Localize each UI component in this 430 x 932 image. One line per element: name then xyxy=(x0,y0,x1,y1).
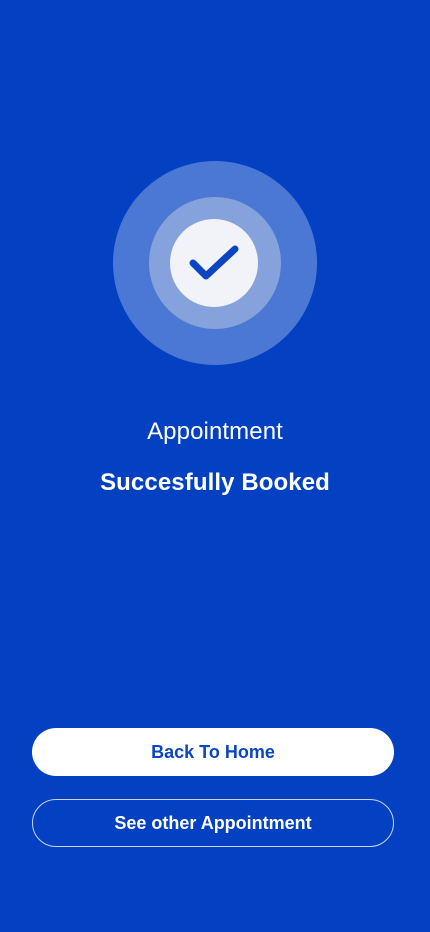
success-inner-circle xyxy=(170,219,258,307)
confirmation-title: Appointment xyxy=(147,418,283,445)
check-icon xyxy=(189,245,239,280)
back-to-home-button[interactable]: Back To Home xyxy=(32,728,394,776)
see-other-appointment-button[interactable]: See other Appointment xyxy=(32,799,394,847)
success-icon-container xyxy=(113,161,317,365)
confirmation-subtitle: Succesfully Booked xyxy=(100,469,330,496)
